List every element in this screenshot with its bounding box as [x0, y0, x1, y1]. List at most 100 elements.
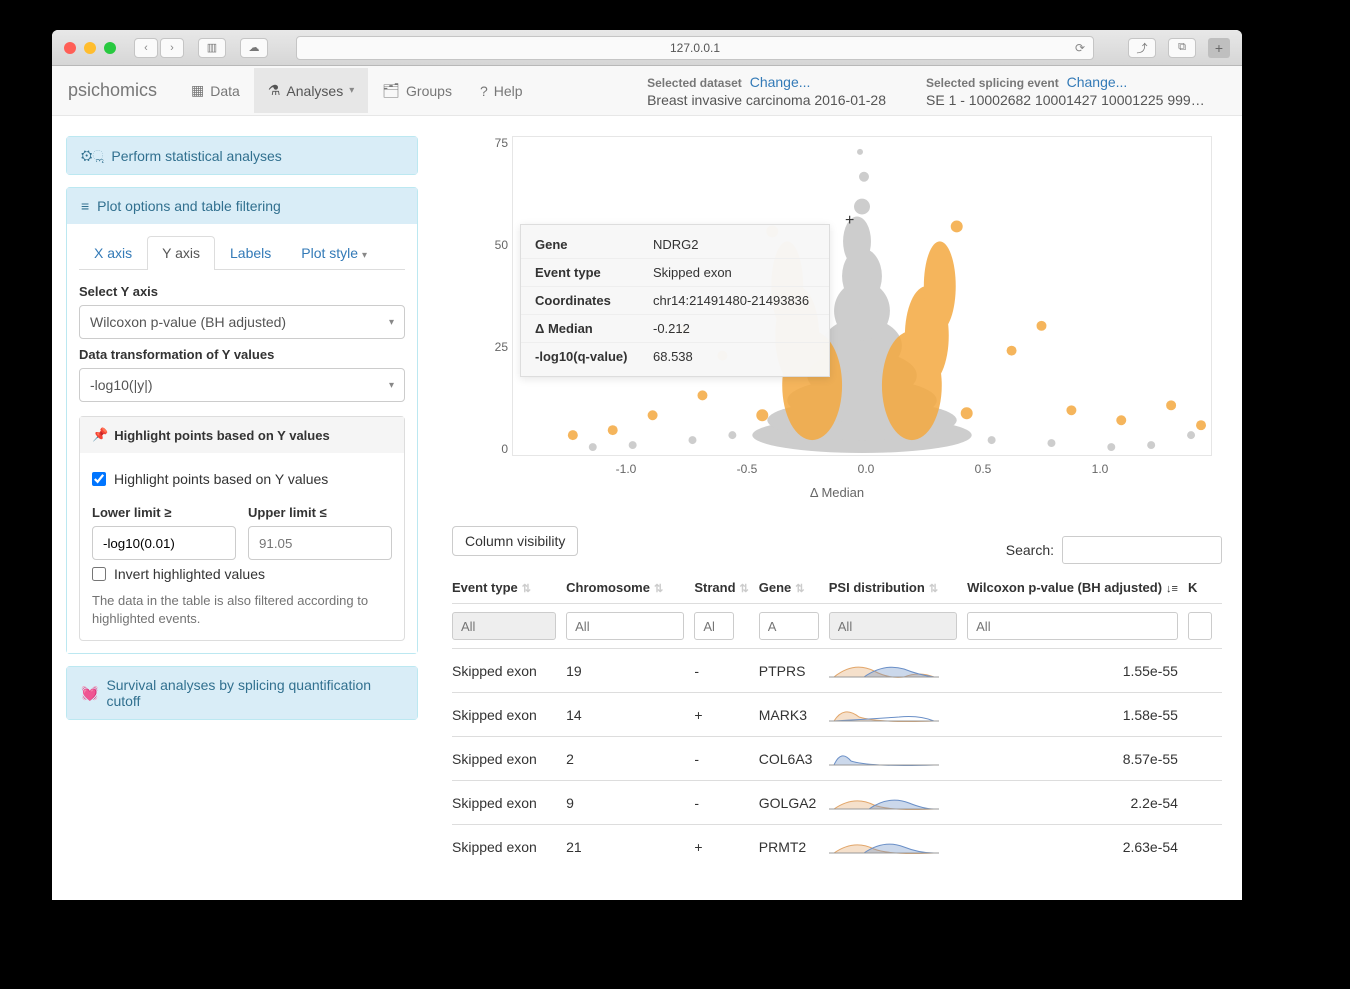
close-window-icon[interactable] [64, 42, 76, 54]
tabs-button[interactable]: ⧉ [1168, 38, 1196, 58]
nav-groups[interactable]: 🗂Groups [368, 68, 466, 113]
cell-pvalue: 8.57e-55 [967, 737, 1188, 781]
cell-gene: PTPRS [759, 649, 829, 693]
col-psi[interactable]: PSI distribution⇅ [829, 572, 967, 604]
col-pvalue[interactable]: Wilcoxon p-value (BH adjusted)↓≡ [967, 572, 1188, 604]
table-row[interactable]: Skipped exon19-PTPRS 1.55e-55 [452, 649, 1222, 693]
cell-gene: GOLGA2 [759, 781, 829, 825]
cell-extra [1188, 781, 1222, 825]
x-axis-label: Δ Median [810, 485, 864, 500]
table-row[interactable]: Skipped exon2-COL6A38.57e-55 [452, 737, 1222, 781]
sidebar: ⚙ೢPerform statistical analyses ≡Plot opt… [52, 116, 432, 900]
y-ticks: 75 50 25 0 [488, 136, 508, 456]
select-y-axis-label: Select Y axis [79, 284, 405, 299]
cell-chromosome: 14 [566, 693, 694, 737]
cell-psi-distribution [829, 693, 967, 737]
table-row[interactable]: Skipped exon9-GOLGA22.2e-54 [452, 781, 1222, 825]
minimize-window-icon[interactable] [84, 42, 96, 54]
table-row[interactable]: Skipped exon14+MARK31.58e-55 [452, 693, 1222, 737]
nav-data[interactable]: ▦Data [177, 68, 254, 113]
cell-pvalue: 1.55e-55 [967, 649, 1188, 693]
upper-limit-input[interactable] [248, 526, 392, 560]
select-y-axis[interactable]: Wilcoxon p-value (BH adjusted) ▾ [79, 305, 405, 339]
cell-event-type: Skipped exon [452, 693, 566, 737]
cell-psi-distribution [829, 649, 967, 693]
address-bar[interactable]: 127.0.0.1 ⟳ [296, 36, 1094, 60]
panel-survival[interactable]: 💓Survival analyses by splicing quantific… [66, 666, 418, 720]
cell-gene: COL6A3 [759, 737, 829, 781]
context-event: Selected splicing event Change... SE 1 -… [906, 68, 1226, 114]
filter-strand[interactable] [694, 612, 734, 640]
cell-strand: + [694, 825, 758, 869]
x-ticks: . -1.0 -0.5 0.0 0.5 1.0 . [512, 462, 1212, 476]
panel-plot-options-header[interactable]: ≡Plot options and table filtering [67, 188, 417, 224]
tab-labels[interactable]: Labels [215, 236, 286, 269]
select-transform-y[interactable]: -log10(|y|) ▾ [79, 368, 405, 402]
cloud-button[interactable]: ☁ [240, 38, 268, 58]
filter-extra[interactable] [1188, 612, 1212, 640]
invert-checkbox-input[interactable] [92, 567, 106, 581]
pin-icon: 📌 [92, 427, 108, 443]
search-input[interactable] [1062, 536, 1222, 564]
groups-icon: 🗂 [382, 82, 400, 99]
lower-limit-label: Lower limit ≥ [92, 505, 236, 520]
table-row[interactable]: Skipped exon21+PRMT22.63e-54 [452, 825, 1222, 869]
tab-y-axis[interactable]: Y axis [147, 236, 215, 270]
back-button[interactable]: ‹ [134, 38, 158, 58]
cell-event-type: Skipped exon [452, 737, 566, 781]
sort-icon: ⇅ [929, 583, 938, 595]
sort-icon: ⇅ [654, 583, 663, 595]
highlight-checkbox-input[interactable] [92, 472, 106, 486]
transform-y-label: Data transformation of Y values [79, 347, 405, 362]
column-visibility-button[interactable]: Column visibility [452, 526, 578, 556]
sidebar-toggle-button[interactable]: ▥ [198, 38, 226, 58]
filter-pvalue[interactable] [967, 612, 1178, 640]
col-strand[interactable]: Strand⇅ [694, 572, 758, 604]
col-chromosome[interactable]: Chromosome⇅ [566, 572, 694, 604]
cell-psi-distribution [829, 825, 967, 869]
share-button[interactable]: ⤴ [1128, 38, 1156, 58]
highlight-panel: 📌Highlight points based on Y values High… [79, 416, 405, 641]
forward-button[interactable]: › [160, 38, 184, 58]
tab-x-axis[interactable]: X axis [79, 236, 147, 269]
filter-chromosome[interactable] [566, 612, 684, 640]
filter-gene[interactable] [759, 612, 819, 640]
cell-strand: + [694, 693, 758, 737]
volcano-plot[interactable]: -log10(|Wilcoxon p-value (BH adjusted)|)… [452, 126, 1222, 506]
lower-limit-input[interactable] [92, 526, 236, 560]
chart-tooltip: GeneNDRG2 Event typeSkipped exon Coordin… [520, 224, 830, 377]
filter-event-type[interactable] [452, 612, 556, 640]
tab-plot-style[interactable]: Plot style ▾ [286, 236, 382, 269]
filter-psi[interactable] [829, 612, 957, 640]
address-text: 127.0.0.1 [670, 41, 720, 55]
cogs-icon: ⚙ೢ [81, 147, 103, 164]
col-extra[interactable]: K [1188, 572, 1222, 604]
nav-analyses[interactable]: ⚗Analyses ▾ [254, 68, 368, 113]
change-dataset-link[interactable]: Change... [750, 74, 811, 90]
dataset-value: Breast invasive carcinoma 2016-01-28 [647, 92, 886, 108]
nav-help[interactable]: ? Help [466, 69, 537, 113]
cell-chromosome: 21 [566, 825, 694, 869]
table-icon: ▦ [191, 82, 204, 99]
highlight-checkbox[interactable]: Highlight points based on Y values [92, 471, 392, 487]
reload-icon[interactable]: ⟳ [1075, 41, 1085, 55]
sort-asc-icon: ↓≡ [1166, 583, 1178, 595]
col-event-type[interactable]: Event type⇅ [452, 572, 566, 604]
cell-extra [1188, 825, 1222, 869]
change-event-link[interactable]: Change... [1067, 74, 1128, 90]
panel-statistical-analyses[interactable]: ⚙ೢPerform statistical analyses [66, 136, 418, 175]
context-dataset: Selected dataset Change... Breast invasi… [627, 68, 906, 114]
upper-limit-label: Upper limit ≤ [248, 505, 392, 520]
sort-icon: ⇅ [795, 583, 804, 595]
sliders-icon: ≡ [81, 198, 89, 214]
cell-psi-distribution [829, 781, 967, 825]
browser-window: ‹ › ▥ ☁ 127.0.0.1 ⟳ ⤴ ⧉ + psichomics ▦Da… [52, 30, 1242, 900]
cell-chromosome: 19 [566, 649, 694, 693]
new-tab-button[interactable]: + [1208, 38, 1230, 58]
invert-checkbox[interactable]: Invert highlighted values [92, 566, 392, 582]
cell-event-type: Skipped exon [452, 649, 566, 693]
col-gene[interactable]: Gene⇅ [759, 572, 829, 604]
cell-strand: - [694, 649, 758, 693]
sort-icon: ⇅ [522, 583, 531, 595]
maximize-window-icon[interactable] [104, 42, 116, 54]
